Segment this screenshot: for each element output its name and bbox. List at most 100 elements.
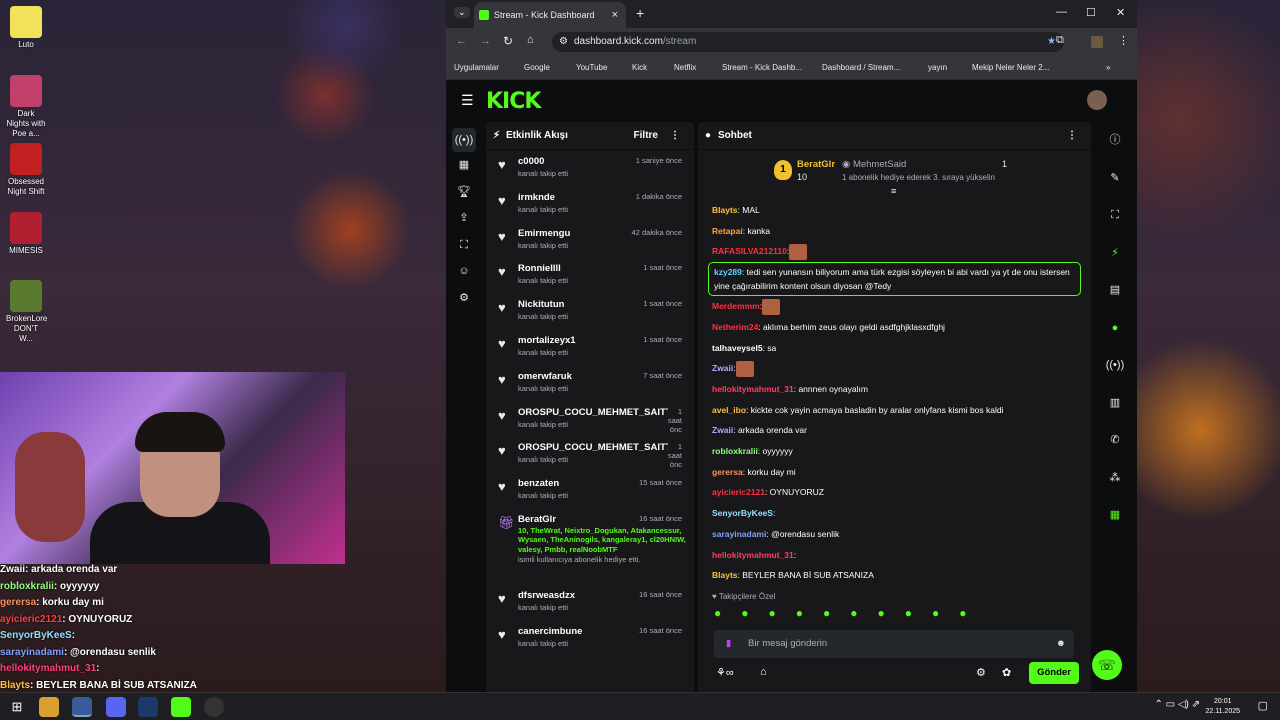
close-window-icon[interactable]: ✕ <box>1116 6 1125 19</box>
activity-item[interactable]: ♥ omerwfaruk kanalı takip etti 7 saat önce <box>486 365 694 401</box>
chat-username[interactable]: talhaveysel5 <box>712 343 763 353</box>
layout-icon[interactable]: ▥ <box>1093 385 1137 423</box>
filter-button[interactable]: Filtre <box>634 122 658 150</box>
chat-username[interactable]: hellokitymahmut_31 <box>712 550 794 560</box>
bookmark-item[interactable]: yayın <box>928 56 947 80</box>
emoji-icon[interactable]: ☻ <box>1056 630 1066 658</box>
bookmark-item[interactable]: Stream - Kick Dashb... <box>722 56 802 80</box>
extensions-icon[interactable]: ⧉ <box>1056 34 1064 47</box>
nodes-icon[interactable]: ⁂ <box>1093 460 1137 498</box>
desktop-icon[interactable]: MIMESIS <box>6 212 46 256</box>
tab-search-icon[interactable]: ⌄ <box>454 7 470 18</box>
bookmark-item[interactable]: YouTube <box>576 56 607 80</box>
close-tab-icon[interactable]: × <box>612 2 618 28</box>
desktop-icon[interactable]: Obsessed Night Shift <box>6 143 46 197</box>
chat-username[interactable]: ayicieric2121 <box>712 487 765 497</box>
clips-icon[interactable]: ⛶ <box>446 232 482 259</box>
forward-icon[interactable]: → <box>480 35 491 47</box>
activity-item[interactable]: ♥ benzaten kanalı takip etti 15 saat önce <box>486 472 694 508</box>
send-button[interactable]: Gönder <box>1029 662 1079 684</box>
activity-item[interactable]: ♥ Emirmengu kanalı takip etti 42 dakika önc… <box>486 222 694 258</box>
activity-item[interactable]: ♥ Nickitutun kanalı takip etti 1 saat önce <box>486 293 694 329</box>
chat-username[interactable]: gerersa <box>712 467 743 477</box>
activity-item[interactable]: ♥ mortalizeyx1 kanalı takip etti 1 saat önc… <box>486 329 694 365</box>
chat-username[interactable]: SenyorByKeeS <box>712 508 773 518</box>
chat-settings-icon[interactable]: ⚙ <box>976 666 986 679</box>
analytics-icon[interactable]: ▦ <box>446 152 482 179</box>
windows-start-icon[interactable]: ⊞ <box>7 697 27 717</box>
hamburger-menu-icon[interactable]: ☰ <box>461 92 474 109</box>
activity-item[interactable]: ♥ c0000 kanalı takip etti 1 saniye önce <box>486 150 694 186</box>
info-icon[interactable]: ⓘ <box>1093 122 1137 160</box>
bookmark-item[interactable]: Uygulamalar <box>454 56 499 80</box>
upload-icon[interactable]: ⇪ <box>446 205 482 232</box>
activity-item[interactable]: ♥ OROSPU_COCU_MEHMET_SAITT3 kanalı takip e… <box>486 436 694 472</box>
activity-item[interactable]: ♥ dfsrweasdzx kanalı takip etti 16 saat önc… <box>486 584 694 620</box>
stream-icon[interactable]: ((•)) <box>452 128 476 152</box>
chat-username[interactable]: hellokitymahmut_31 <box>712 384 794 394</box>
trophy-icon[interactable]: 🏆︎ <box>446 179 482 206</box>
chat-menu-icon[interactable]: ⋮ <box>1067 122 1077 150</box>
chat-username[interactable]: Zwaii <box>712 363 733 373</box>
chat-username[interactable]: sarayinadami <box>712 529 766 539</box>
other-gifter-name[interactable]: MehmetSaid <box>853 159 906 170</box>
file-explorer-icon[interactable] <box>39 697 59 717</box>
desktop-icon[interactable]: Luto <box>6 6 46 50</box>
user-avatar[interactable] <box>1087 90 1107 110</box>
chat-username[interactable]: Netherim24 <box>712 322 758 332</box>
help-chat-fab[interactable]: ☏ <box>1092 650 1122 680</box>
activity-username[interactable]: OROSPU_COCU_MEHMET_SAITT5 <box>518 406 668 419</box>
points-icon[interactable]: ⚘∞ <box>716 666 734 679</box>
chrome-icon[interactable] <box>72 697 92 717</box>
edit-icon[interactable]: ✎ <box>1093 160 1137 198</box>
capture-icon[interactable]: ⛶ <box>1093 197 1137 235</box>
collapse-gifters-icon[interactable]: ≡ <box>891 186 896 196</box>
chat-username[interactable]: robloxkralii <box>712 446 758 456</box>
desktop-icon[interactable]: Dark Nights with Poe a... <box>6 75 46 139</box>
reload-icon[interactable]: ↻ <box>503 34 513 48</box>
discord-icon[interactable] <box>106 697 126 717</box>
activity-item[interactable]: ♥ RonnieIlll kanalı takip etti 1 saat önce <box>486 257 694 293</box>
tab-kick-dashboard[interactable]: Stream - Kick Dashboard × <box>474 2 626 28</box>
top-gifter-name[interactable]: BeratGlr <box>797 159 835 170</box>
obs-icon[interactable] <box>204 697 224 717</box>
emote-bar[interactable]: ●●●●●●●●●● <box>714 606 1074 622</box>
desktop-icon[interactable]: BrokenLore DON'T W... <box>6 280 47 344</box>
broadcast-icon[interactable]: ((•)) <box>1093 347 1137 385</box>
chat-username[interactable]: Blayts <box>712 570 738 580</box>
bookmark-item[interactable]: Google <box>524 56 550 80</box>
kick-app-icon[interactable] <box>171 697 191 717</box>
url-bar[interactable]: ⚙ dashboard.kick.com/stream ★ <box>552 32 1064 52</box>
chat-username[interactable]: avel_ibo <box>712 405 746 415</box>
bookmark-item[interactable]: Netflix <box>674 56 696 80</box>
bookmarks-overflow-icon[interactable]: » <box>1106 56 1110 80</box>
chat-username[interactable]: Merdemmm <box>712 301 760 311</box>
bookmark-item[interactable]: Dashboard / Stream... <box>822 56 900 80</box>
activity-item[interactable]: ♥ canercimbune kanalı takip etti 16 saat ön… <box>486 620 694 656</box>
chat-username[interactable]: RAFASILVA212110 <box>712 246 787 256</box>
home-icon[interactable]: ⌂ <box>527 34 534 46</box>
tools-icon[interactable]: ✆ <box>1093 422 1137 460</box>
chat-username[interactable]: Retapai <box>712 226 743 236</box>
chat-panel-icon[interactable]: ● <box>1093 310 1137 348</box>
bookmark-item[interactable]: Mekip Neler Neler 2... <box>972 56 1049 80</box>
settings-icon[interactable]: ⚙ <box>446 285 482 312</box>
activity-item[interactable]: ♥ OROSPU_COCU_MEHMET_SAITT5 kanalı takip e… <box>486 401 694 437</box>
bookmark-star-icon[interactable]: ★ <box>1047 32 1056 52</box>
notifications-icon[interactable]: ▢ <box>1258 699 1268 712</box>
kick-logo[interactable]: KICK <box>486 89 541 114</box>
activity-username[interactable]: OROSPU_COCU_MEHMET_SAITT3 <box>518 441 668 454</box>
store-icon[interactable]: ⌂ <box>760 666 767 678</box>
system-tray-icons[interactable]: ⌃ ▭ ◁) ⇗ <box>1154 699 1200 710</box>
steam-icon[interactable] <box>138 697 158 717</box>
minimize-icon[interactable]: — <box>1056 6 1067 18</box>
chat-username[interactable]: Zwaii <box>712 425 733 435</box>
new-tab-icon[interactable]: + <box>636 5 644 21</box>
lightning-panel-icon[interactable]: ⚡︎ <box>1093 235 1137 273</box>
community-icon[interactable]: ☺ <box>446 258 482 285</box>
profile-avatar[interactable] <box>1091 36 1103 48</box>
activity-menu-icon[interactable]: ⋮ <box>670 122 680 150</box>
back-icon[interactable]: ← <box>456 35 467 47</box>
chat-username[interactable]: kzy289 <box>714 267 742 277</box>
maximize-icon[interactable]: ☐ <box>1086 6 1096 19</box>
